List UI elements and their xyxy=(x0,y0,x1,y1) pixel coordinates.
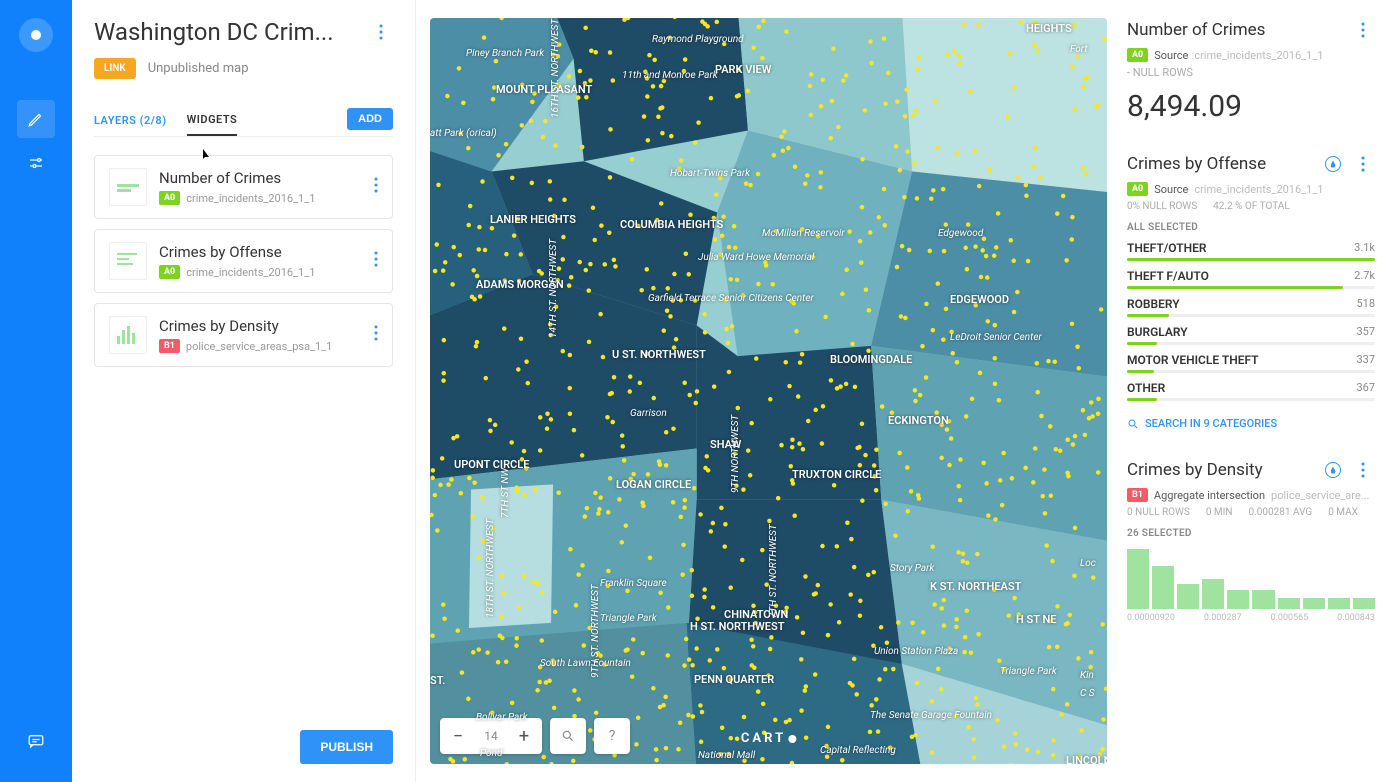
category-item[interactable]: ROBBERY518 xyxy=(1127,297,1375,317)
logo[interactable] xyxy=(19,18,53,52)
source-badge: A0 xyxy=(159,191,180,205)
source-name: crime_incidents_2016_1_1 xyxy=(186,266,315,279)
sliders-tool[interactable] xyxy=(17,144,55,182)
source-badge: A0 xyxy=(1127,182,1148,196)
widget-card[interactable]: Number of Crimes A0 crime_incidents_2016… xyxy=(94,155,393,219)
category-item[interactable]: OTHER367 xyxy=(1127,381,1375,401)
histogram-bar[interactable] xyxy=(1177,584,1199,609)
widget-title: Crimes by Density xyxy=(1127,460,1263,480)
formula-value: 8,494.09 xyxy=(1127,89,1375,124)
widget-more-icon[interactable] xyxy=(1351,458,1375,482)
source-name: police_service_areas_psa_1_1 xyxy=(186,340,332,353)
add-widget-button[interactable]: ADD xyxy=(347,108,393,130)
pencil-tool[interactable] xyxy=(17,100,55,138)
widget-card-more-icon[interactable] xyxy=(374,177,378,197)
widget-more-icon[interactable] xyxy=(1351,18,1375,42)
help-button[interactable]: ? xyxy=(594,718,630,754)
nav-rail xyxy=(0,0,72,782)
autostyle-icon[interactable] xyxy=(1325,462,1341,478)
category-item[interactable]: BURGLARY357 xyxy=(1127,325,1375,345)
category-item[interactable]: MOTOR VEHICLE THEFT337 xyxy=(1127,353,1375,373)
widget-more-icon[interactable] xyxy=(1351,152,1375,176)
map-more-icon[interactable] xyxy=(369,20,393,44)
widget-type-icon xyxy=(109,242,147,280)
category-item[interactable]: THEFT F/AUTO2.7k xyxy=(1127,269,1375,289)
zoom-out-button[interactable]: − xyxy=(440,718,476,754)
widget-crimes-by-offense: Crimes by Offense A0 Source crime_incide… xyxy=(1127,152,1375,430)
map-canvas[interactable]: − 14 + ? CART Piney Branch ParkRaymond P… xyxy=(430,18,1107,764)
zoom-control: − 14 + xyxy=(440,718,542,754)
cursor-icon xyxy=(198,147,214,163)
widget-card[interactable]: Crimes by Offense A0 crime_incidents_201… xyxy=(94,229,393,293)
histogram-chart[interactable] xyxy=(1127,549,1375,609)
publish-button[interactable]: PUBLISH xyxy=(300,730,393,764)
map-title[interactable]: Washington DC Crim... xyxy=(94,18,334,46)
widget-card-title: Number of Crimes xyxy=(159,169,374,187)
histogram-bar[interactable] xyxy=(1202,579,1224,609)
widget-card-more-icon[interactable] xyxy=(374,251,378,271)
category-item[interactable]: THEFT/OTHER3.1k xyxy=(1127,241,1375,261)
histogram-bar[interactable] xyxy=(1252,590,1274,609)
histogram-bar[interactable] xyxy=(1303,598,1325,609)
widget-card[interactable]: Crimes by Density B1 police_service_area… xyxy=(94,303,393,367)
widget-type-icon xyxy=(109,168,147,206)
search-categories-link[interactable]: SEARCH IN 9 CATEGORIES xyxy=(1127,417,1375,430)
source-badge: B1 xyxy=(159,339,180,353)
source-badge: A0 xyxy=(159,265,180,279)
widget-card-title: Crimes by Offense xyxy=(159,243,374,261)
tab-widgets[interactable]: WIDGETS xyxy=(187,105,238,136)
comment-icon[interactable] xyxy=(17,722,55,760)
histogram-bar[interactable] xyxy=(1328,598,1350,609)
source-badge: B1 xyxy=(1127,488,1148,502)
histogram-bar[interactable] xyxy=(1278,598,1300,609)
source-name: crime_incidents_2016_1_1 xyxy=(186,192,315,205)
editor-panel: Washington DC Crim... LINK Unpublished m… xyxy=(72,0,416,782)
widget-card-title: Crimes by Density xyxy=(159,317,374,335)
histogram-bar[interactable] xyxy=(1353,598,1375,609)
tab-layers[interactable]: LAYERS (2/8) xyxy=(94,106,167,135)
search-map-button[interactable] xyxy=(550,718,586,754)
widget-type-icon xyxy=(109,316,147,354)
autostyle-icon[interactable] xyxy=(1325,156,1341,172)
widgets-panel: Number of Crimes A0 Source crime_inciden… xyxy=(1127,18,1379,764)
map-attribution: CART xyxy=(741,731,796,746)
widget-crimes-by-density: Crimes by Density B1 Aggregate intersect… xyxy=(1127,458,1375,623)
histogram-bar[interactable] xyxy=(1127,549,1149,609)
zoom-level: 14 xyxy=(476,729,506,743)
widget-card-more-icon[interactable] xyxy=(374,325,378,345)
widget-title: Number of Crimes xyxy=(1127,20,1265,40)
publish-status: Unpublished map xyxy=(148,61,249,76)
histogram-bar[interactable] xyxy=(1227,590,1249,609)
link-badge[interactable]: LINK xyxy=(94,58,136,79)
widget-title: Crimes by Offense xyxy=(1127,154,1266,174)
histogram-bar[interactable] xyxy=(1152,566,1174,609)
source-badge: A0 xyxy=(1127,48,1148,62)
zoom-in-button[interactable]: + xyxy=(506,718,542,754)
widget-number-of-crimes: Number of Crimes A0 Source crime_inciden… xyxy=(1127,18,1375,124)
